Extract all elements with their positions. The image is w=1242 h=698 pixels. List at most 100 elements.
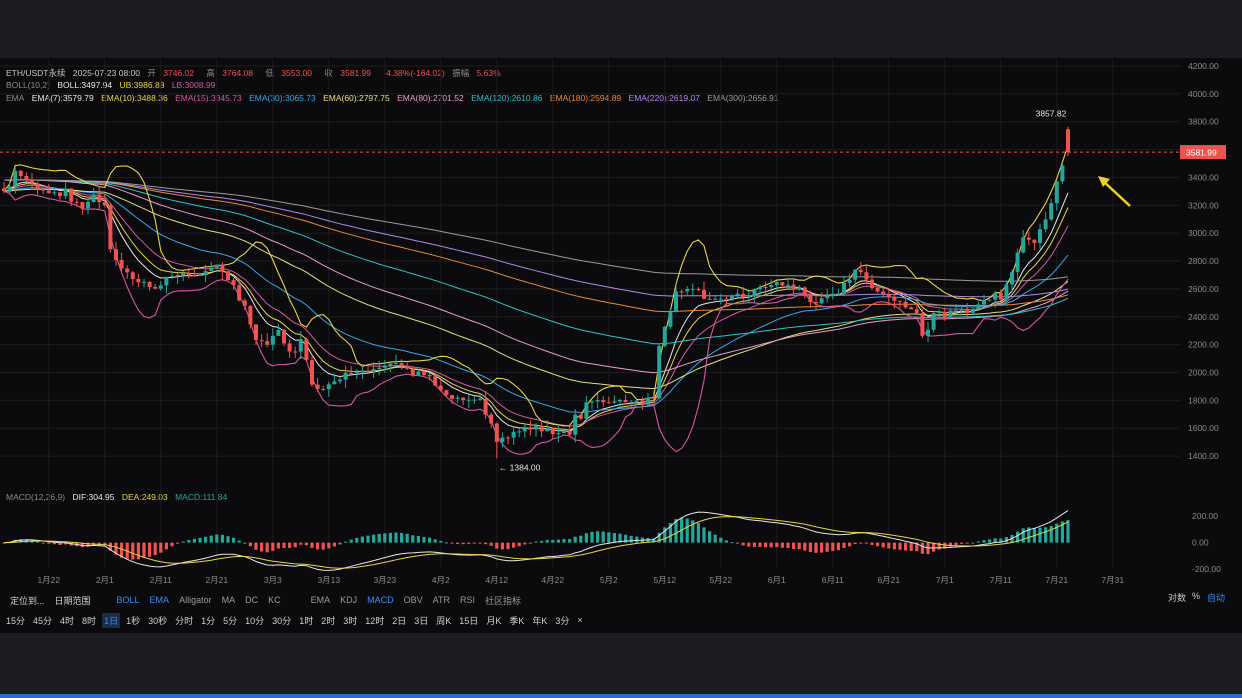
candle-body bbox=[595, 400, 600, 402]
indicator-ma[interactable]: MA bbox=[222, 595, 236, 605]
ema-30-line bbox=[3, 187, 1069, 414]
macd-bar bbox=[724, 540, 728, 543]
candle-body bbox=[545, 428, 550, 432]
macd-bar bbox=[142, 542, 146, 558]
interval-5[interactable]: 1秒 bbox=[124, 613, 142, 628]
macd-bar bbox=[803, 542, 807, 551]
macd-bar bbox=[226, 536, 230, 543]
interval-14[interactable]: 3时 bbox=[341, 613, 359, 628]
auto-scale-toggle[interactable]: 自动 bbox=[1207, 591, 1225, 604]
candle-body bbox=[847, 279, 852, 283]
macd-bar bbox=[719, 537, 723, 543]
interval-22[interactable]: 年K bbox=[530, 613, 549, 628]
interval-15[interactable]: 12时 bbox=[363, 613, 386, 628]
macd-bar bbox=[965, 542, 969, 544]
interval-16[interactable]: 2日 bbox=[390, 613, 408, 628]
interval-1[interactable]: 45分 bbox=[31, 613, 54, 628]
interval-4[interactable]: 1日 bbox=[102, 612, 121, 628]
interval-21[interactable]: 季K bbox=[507, 613, 526, 628]
candle-body bbox=[993, 292, 998, 300]
candle-body bbox=[142, 281, 146, 283]
candle-body bbox=[86, 201, 90, 209]
dif-line bbox=[3, 510, 1069, 571]
candle-body bbox=[735, 293, 740, 296]
x-tick-label: 7月11 bbox=[990, 575, 1012, 585]
interval-6[interactable]: 30秒 bbox=[146, 613, 169, 628]
interval-12[interactable]: 1时 bbox=[297, 613, 315, 628]
interval-8[interactable]: 1分 bbox=[199, 613, 217, 628]
ema-7-line bbox=[3, 181, 1069, 433]
indicator-boll[interactable]: BOLL bbox=[117, 595, 140, 605]
interval-17[interactable]: 3日 bbox=[412, 613, 430, 628]
macd-bar bbox=[960, 542, 964, 544]
candlestick-chart[interactable]: 4200.004000.003800.003600.003400.003200.… bbox=[0, 58, 1242, 588]
candle-body bbox=[248, 305, 253, 325]
candle-body bbox=[696, 288, 701, 290]
indicator-ema[interactable]: EMA bbox=[150, 595, 170, 605]
macd-bar bbox=[741, 542, 745, 546]
candle-body bbox=[562, 430, 566, 434]
indicator-lines bbox=[3, 145, 1069, 455]
candle-body bbox=[97, 194, 102, 203]
macd-bar bbox=[456, 542, 460, 544]
draw-button[interactable]: 定位到... bbox=[10, 594, 45, 607]
percent-toggle[interactable]: % bbox=[1192, 591, 1200, 601]
macd-bar bbox=[321, 542, 325, 550]
macd-bar bbox=[282, 542, 286, 548]
ema-220-line bbox=[3, 179, 1069, 298]
candle-body bbox=[634, 400, 639, 402]
log-scale-toggle[interactable]: 对数 bbox=[1168, 591, 1186, 604]
candle-body bbox=[315, 384, 320, 389]
y-tick-label: 1600.00 bbox=[1188, 423, 1219, 433]
x-tick-label: 4月12 bbox=[485, 575, 508, 585]
interval-11[interactable]: 30分 bbox=[270, 613, 293, 628]
sub-indicator-rsi[interactable]: RSI bbox=[460, 595, 475, 605]
indicator-dc[interactable]: DC bbox=[245, 595, 258, 605]
macd-bar bbox=[215, 534, 219, 543]
macd-bar bbox=[500, 542, 504, 550]
sub-indicator-ema[interactable]: EMA bbox=[311, 595, 331, 605]
candle-body bbox=[433, 376, 438, 386]
candle-body bbox=[181, 273, 186, 275]
macd-bar bbox=[976, 541, 980, 543]
indicator-kc[interactable]: KC bbox=[268, 595, 281, 605]
candle-body bbox=[937, 311, 942, 314]
macd-bar bbox=[982, 540, 986, 543]
interval-0[interactable]: 15分 bbox=[4, 613, 27, 628]
sub-indicator-macd[interactable]: MACD bbox=[367, 595, 394, 605]
indicator-alligator[interactable]: Alligator bbox=[179, 595, 212, 605]
sub-indicator-obv[interactable]: OBV bbox=[404, 595, 423, 605]
interval-9[interactable]: 5分 bbox=[221, 613, 239, 628]
macd-bar bbox=[220, 534, 224, 543]
candle-body bbox=[746, 296, 751, 298]
candle-body bbox=[136, 278, 141, 283]
candle-body bbox=[30, 179, 34, 184]
x-tick-label: 5月2 bbox=[600, 575, 618, 585]
interval-3[interactable]: 8时 bbox=[80, 613, 98, 628]
interval-23[interactable]: 3分 bbox=[553, 613, 571, 628]
interval-10[interactable]: 10分 bbox=[243, 613, 266, 628]
sub-indicator-atr[interactable]: ATR bbox=[433, 595, 450, 605]
candle-body bbox=[976, 304, 981, 309]
community-indicator-button[interactable]: 社区指标 bbox=[485, 594, 521, 607]
candle-body bbox=[209, 267, 214, 272]
macd-bar bbox=[243, 542, 247, 544]
candle-body bbox=[786, 284, 790, 286]
candle-body bbox=[578, 414, 583, 419]
interval-13[interactable]: 2时 bbox=[319, 613, 337, 628]
candle-body bbox=[931, 313, 936, 330]
interval-2[interactable]: 4时 bbox=[58, 613, 76, 628]
interval-18[interactable]: 周K bbox=[434, 613, 453, 628]
sub-indicator-kdj[interactable]: KDJ bbox=[340, 595, 357, 605]
candle-body bbox=[965, 308, 970, 313]
close-icon[interactable]: × bbox=[575, 614, 584, 626]
x-tick-label: 3月23 bbox=[373, 575, 396, 585]
macd-bar bbox=[528, 542, 532, 544]
macd-bar bbox=[607, 532, 611, 543]
macd-bar bbox=[176, 542, 180, 544]
interval-19[interactable]: 15日 bbox=[457, 613, 480, 628]
macd-bar bbox=[512, 542, 516, 548]
interval-7[interactable]: 分时 bbox=[173, 613, 195, 628]
date-range-button[interactable]: 日期范围 bbox=[55, 594, 91, 607]
interval-20[interactable]: 月K bbox=[484, 613, 503, 628]
